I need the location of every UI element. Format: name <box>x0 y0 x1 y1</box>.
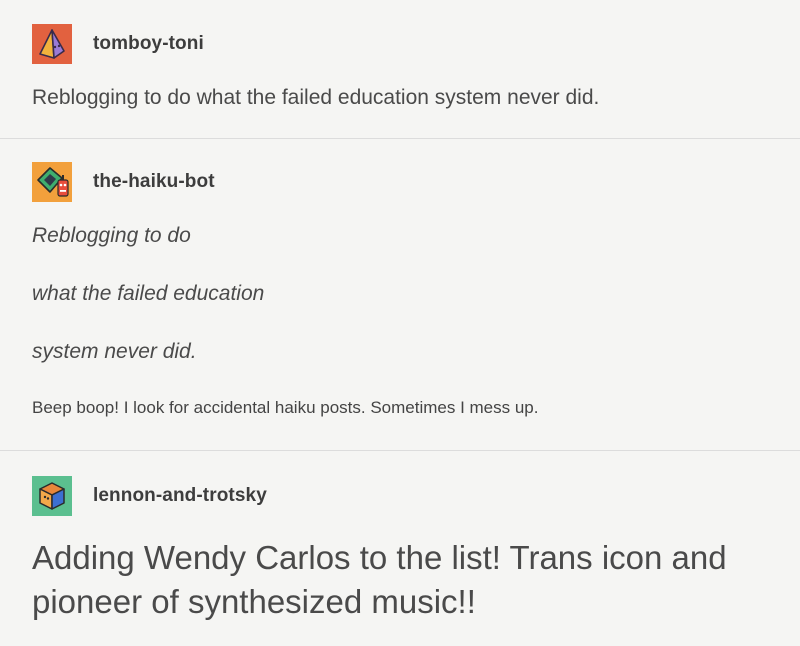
post-header: lennon-and-trotsky <box>32 476 800 516</box>
orange-pyramid-avatar-icon[interactable] <box>32 24 72 64</box>
post-the-haiku-bot: the-haiku-bot Reblogging to do what the … <box>0 138 800 450</box>
username[interactable]: lennon-and-trotsky <box>93 485 267 507</box>
username[interactable]: tomboy-toni <box>93 33 204 55</box>
haiku-line: Reblogging to do <box>32 224 191 247</box>
bot-footer-note: Beep boop! I look for accidental haiku p… <box>32 398 539 417</box>
username[interactable]: the-haiku-bot <box>93 171 215 193</box>
post-header: tomboy-toni <box>32 24 800 64</box>
post-tomboy-toni: tomboy-toni Reblogging to do what the fa… <box>0 0 800 138</box>
haiku-line: system never did. <box>32 340 197 363</box>
post-body: Adding Wendy Carlos to the list! Trans i… <box>32 539 727 620</box>
green-cube-avatar-icon[interactable] <box>32 476 72 516</box>
robot-bot-avatar-icon[interactable] <box>32 162 72 202</box>
post-lennon-and-trotsky: lennon-and-trotsky Adding Wendy Carlos t… <box>0 450 800 646</box>
post-body: Reblogging to do what the failed educati… <box>32 86 600 109</box>
haiku-body: Reblogging to do what the failed educati… <box>32 224 800 398</box>
haiku-line: what the failed education <box>32 282 265 305</box>
post-header: the-haiku-bot <box>32 162 800 202</box>
